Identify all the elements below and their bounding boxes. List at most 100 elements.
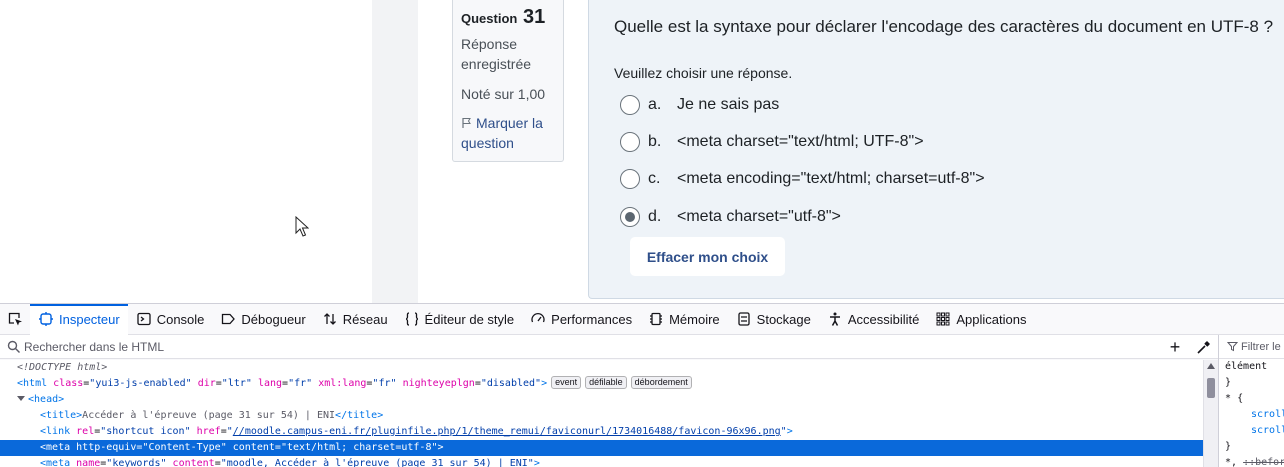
scroll-thumb[interactable] [1207,378,1215,398]
element-tag: meta [46,442,71,453]
tree-line-title[interactable]: <title>Accéder à l'épreuve (page 31 sur … [0,408,1203,424]
rules-filter[interactable]: Filtrer le [1219,335,1284,359]
scroll-up-arrow-icon[interactable] [1207,363,1215,369]
clear-choice-button[interactable]: Effacer mon choix [630,237,785,276]
answer-text: <meta charset="utf-8"> [677,208,841,225]
answer-text: Je ne sais pas [677,96,780,113]
attr-name: nighteyeplgn [402,378,475,389]
attr-name: content [172,458,215,467]
tab-label: Accessibilité [847,311,920,327]
tree-line-link[interactable]: <link rel="shortcut icon" href="//moodle… [0,424,1203,440]
question-number-value: 31 [522,6,546,28]
rule-pseudo-line: *, ::befor [1225,455,1284,467]
node-badge[interactable]: débordement [630,376,692,389]
node-badge[interactable]: défilable [585,376,627,389]
answer-prompt: Veuillez choisir une réponse. [614,65,793,81]
inspector-icon [39,312,53,326]
attr-value: fr [378,378,391,389]
attr-value: disabled [486,378,536,389]
attr-value: text/html; charset=utf-8 [286,442,432,453]
tab-network[interactable]: Réseau [314,304,396,335]
tab-applications[interactable]: Applications [927,304,1034,335]
title-tag: title [46,410,77,421]
question-grade: Noté sur 1,00 [461,86,546,102]
eyedropper-icon[interactable] [1195,338,1213,356]
storage-icon [738,312,750,326]
console-icon [137,312,151,326]
question-number: Question 31 [461,6,555,30]
attr-value: keywords [112,458,161,467]
radio-button-b[interactable] [620,132,640,152]
rule-universal-line: * { [1225,391,1284,407]
web-page: Question 31 Réponse enregistrée Noté sur… [0,0,1284,303]
tab-console[interactable]: Console [128,304,213,335]
tab-accessibility[interactable]: Accessibilité [819,304,928,335]
answer-option-a[interactable]: a. Je ne sais pas [620,93,779,117]
radio-button-c[interactable] [620,169,640,189]
applications-icon [936,312,950,326]
tree-line-doctype[interactable]: <!DOCTYPE html> [0,360,1203,376]
rule-prop-2[interactable]: scroll [1225,423,1284,439]
page-left-blank [0,0,372,303]
flag-question-link[interactable]: Marquer la question [461,113,555,153]
html-search-bar [0,335,1218,359]
devtools-panel: Inspecteur Console Débogueur Réseau Éditeur … [0,303,1284,467]
tab-label: Stockage [756,311,811,327]
devtools-toolbar: Inspecteur Console Débogueur Réseau Éditeur … [0,303,1284,335]
answer-option-b[interactable]: b. <meta charset="text/html; UTF-8"> [620,130,924,154]
question-state: Réponse enregistrée [461,36,532,72]
attr-value: fr [294,378,307,389]
network-icon [323,313,336,325]
rules-filter-placeholder: Filtrer le [1241,340,1281,353]
attr-name: dir [197,378,216,389]
attr-name: rel [76,426,95,437]
question-box: Quelle est la syntaxe pour déclarer l'en… [588,0,1284,299]
radio-button-d[interactable] [620,207,640,227]
page-gray-band [372,0,418,303]
flag-question-label: Marquer la question [461,115,543,151]
element-rule-label: élément [1225,361,1268,372]
tree-line-meta-keywords[interactable]: <meta name="keywords" content="moodle, A… [0,456,1203,467]
answer-letter: b. [648,133,662,150]
answer-letter: d. [648,208,662,225]
element-tag: html [23,378,48,389]
tree-line-meta-selected[interactable]: <meta http-equiv="Content-Type" content=… [0,440,1203,456]
element-picker-button[interactable] [0,304,30,335]
attr-name: href [196,426,221,437]
tree-line-head[interactable]: <head> [0,392,1203,408]
filter-icon [1227,342,1238,352]
element-picker-icon [8,312,22,326]
answer-text: <meta charset="text/html; UTF-8"> [677,133,924,150]
tab-debugger[interactable]: Débogueur [212,304,313,335]
tab-performance[interactable]: Performances [522,304,640,335]
head-tag: head [34,394,59,405]
tab-style-editor[interactable]: Éditeur de style [396,304,523,335]
performance-icon [531,312,545,323]
tab-memory[interactable]: Mémoire [640,304,728,335]
tab-label: Mémoire [669,311,720,327]
universal-selector: * [1225,393,1232,404]
radio-button-a[interactable] [620,95,640,115]
rules-panel: Filtrer le élément } * { scroll scroll }… [1218,335,1284,467]
node-badge[interactable]: event [551,376,582,389]
rule-prop-1[interactable]: scroll [1225,407,1284,423]
expand-triangle-icon[interactable] [17,396,25,401]
plus-icon: + [1169,336,1181,357]
answer-option-c[interactable]: c. <meta encoding="text/html; charset=ut… [620,167,985,191]
mouse-cursor-icon [295,216,309,237]
doctype-text: <!DOCTYPE html> [17,362,108,373]
tab-inspector[interactable]: Inspecteur [30,303,128,335]
tab-label: Débogueur [241,311,306,327]
html-tree-scrollbar[interactable] [1203,360,1218,467]
attr-value: Content-Type [148,442,221,453]
answer-option-d[interactable]: d. <meta charset="utf-8"> [620,205,841,229]
title-text: Accéder à l'épreuve (page 31 sur 54) | E… [82,410,336,421]
attr-value: moodle, Accéder à l'épreuve (page 31 sur… [226,458,528,467]
tab-storage[interactable]: Stockage [728,304,819,335]
add-node-button[interactable]: + [1166,336,1184,357]
tree-line-html[interactable]: <html class="yui3-js-enabled" dir="ltr" … [0,376,1203,392]
radio-dot [625,212,635,222]
attr-name: http-equiv [76,442,137,453]
accessibility-icon [829,312,840,326]
html-search-input[interactable] [24,339,1124,354]
